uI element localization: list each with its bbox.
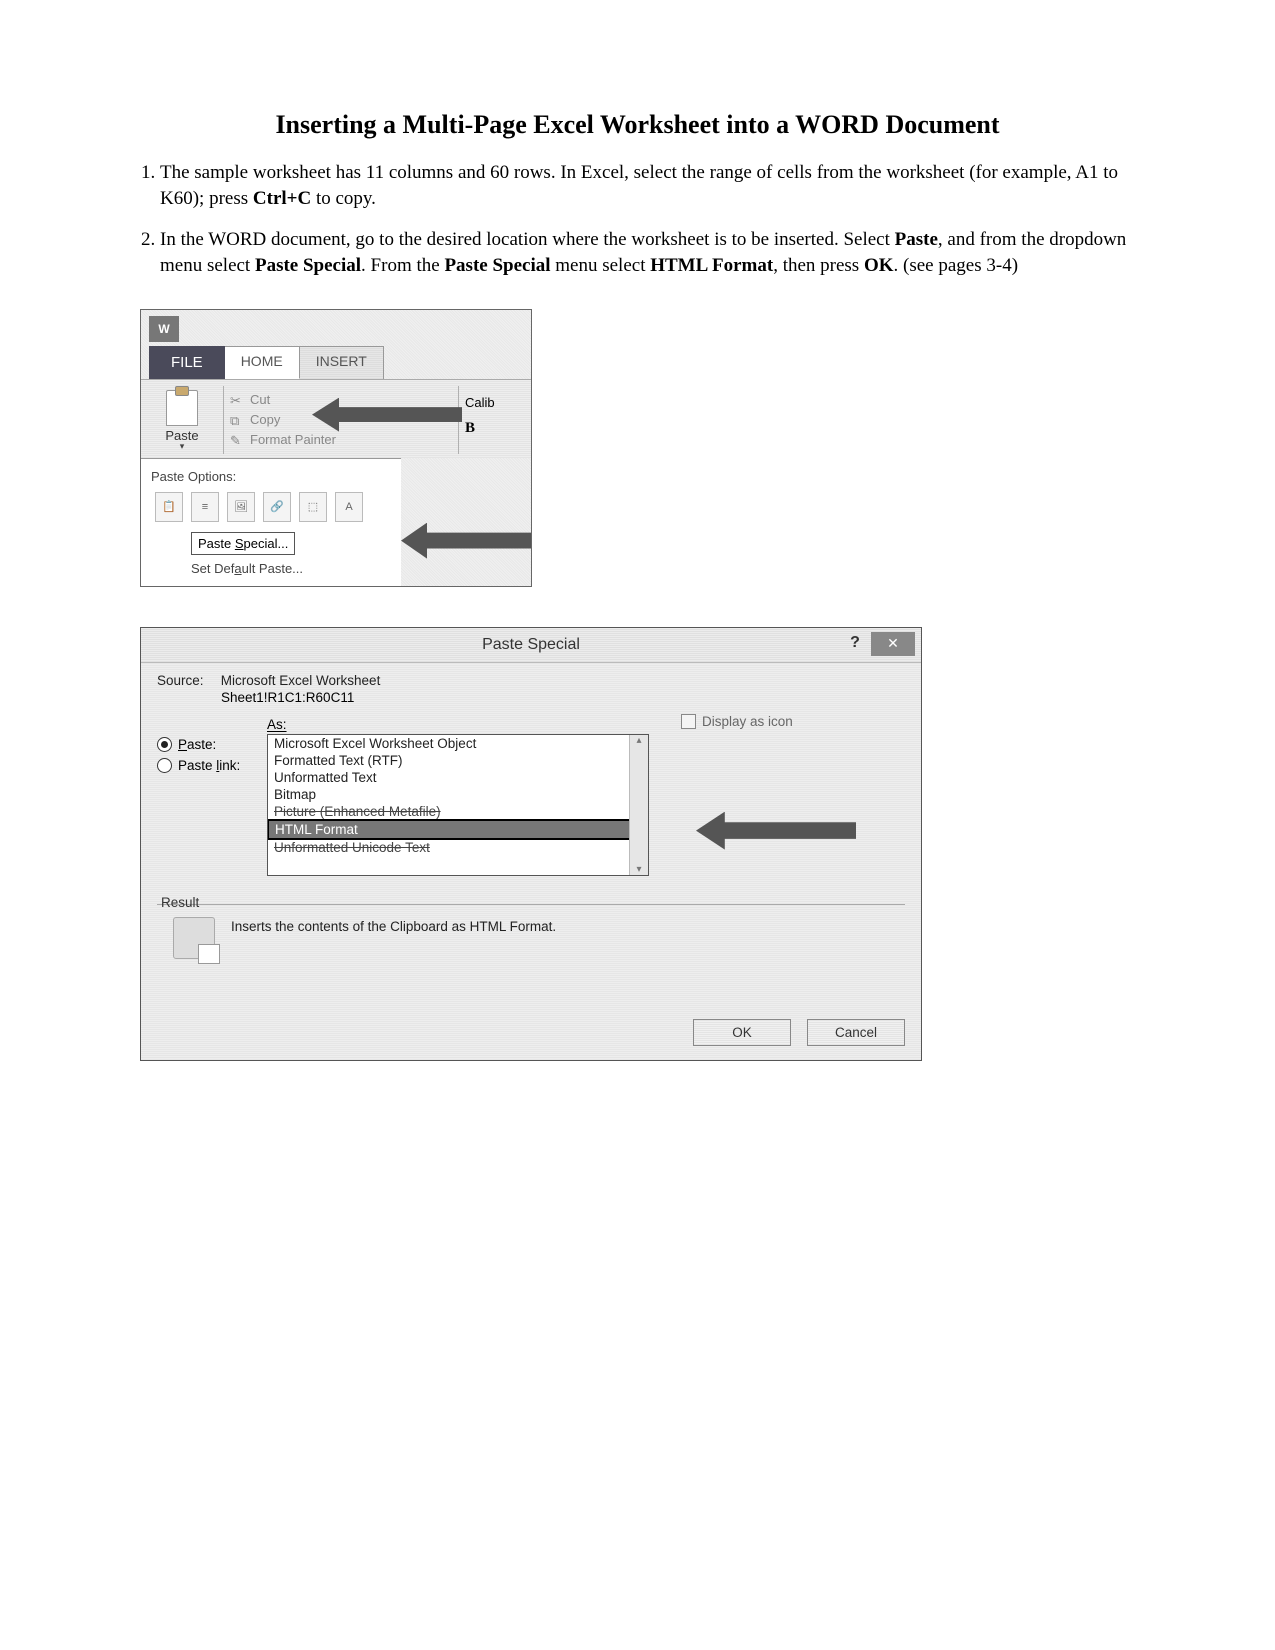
format-listbox[interactable]: Microsoft Excel Worksheet Object Formatt… <box>267 734 649 876</box>
source-sub: Sheet1!R1C1:R60C11 <box>221 690 905 705</box>
result-label: Result <box>157 895 203 910</box>
radio-paste-label: Paste: <box>178 737 216 752</box>
paste-option-embed-icon[interactable]: ⬚ <box>299 492 327 522</box>
set-default-paste-menu[interactable]: Set Default Paste... <box>191 561 401 576</box>
step-2-text-i: , then press <box>773 255 864 276</box>
scroll-up-icon[interactable]: ▴ <box>636 735 641 746</box>
step-2-text-k: . (see pages 3-4) <box>894 255 1019 276</box>
tab-insert[interactable]: INSERT <box>300 346 384 379</box>
step-2: In the WORD document, go to the desired … <box>160 227 1145 278</box>
source-value: Microsoft Excel Worksheet <box>221 673 381 688</box>
dialog-help-button[interactable]: ? <box>843 634 867 654</box>
cut-button[interactable]: ✂ Cut <box>230 390 452 410</box>
display-as-icon-label: Display as icon <box>702 714 793 729</box>
paste-option-text-icon[interactable]: A <box>335 492 363 522</box>
scissors-icon: ✂ <box>230 393 244 407</box>
paste-special-dialog: Paste Special ? ✕ Source: Microsoft Exce… <box>140 627 922 1061</box>
copy-label: Copy <box>250 412 280 427</box>
checkbox-icon <box>681 714 696 729</box>
clipboard-icon <box>166 390 198 426</box>
step-2-ok: OK <box>864 255 894 276</box>
paste-option-picture-icon[interactable]: 🖼 <box>227 492 255 522</box>
font-name-box[interactable]: Calib <box>465 390 525 416</box>
callout-arrow-paste-special <box>401 523 531 559</box>
format-bitmap[interactable]: Bitmap <box>268 786 648 803</box>
tab-home[interactable]: HOME <box>225 346 300 379</box>
paste-special-label: Paste Special... <box>198 536 288 551</box>
set-default-paste-label: Set Default Paste... <box>191 561 303 576</box>
result-frame: Result Inserts the contents of the Clipb… <box>157 904 905 1005</box>
scroll-down-icon[interactable]: ▾ <box>636 864 641 875</box>
step-1: The sample worksheet has 11 columns and … <box>160 160 1145 211</box>
cut-label: Cut <box>250 392 270 407</box>
paste-options-title: Paste Options: <box>141 465 401 486</box>
ok-button[interactable]: OK <box>693 1019 791 1046</box>
paste-dropdown-icon[interactable]: ▾ <box>180 441 185 452</box>
step-2-text-e: . From the <box>361 255 444 276</box>
display-as-icon-checkbox[interactable]: Display as icon <box>681 714 793 729</box>
format-painter-button[interactable]: ✎ Format Painter <box>230 430 452 450</box>
step-2-paste: Paste <box>895 229 938 250</box>
step-2-text-a: In the WORD document, go to the desired … <box>160 229 895 250</box>
paintbrush-icon: ✎ <box>230 433 244 447</box>
step-2-paste-special: Paste Special <box>255 255 361 276</box>
step-1-text-c: to copy. <box>311 188 376 209</box>
paste-options-popup: Paste Options: 📋 ≡ 🖼 🔗 ⬚ A Paste Special… <box>141 458 401 586</box>
radio-paste-link-label: Paste link: <box>178 758 240 773</box>
ribbon-screenshot: W FILE HOME INSERT Paste ▾ ✂ Cut ⧉ <box>140 309 532 587</box>
as-label: As: <box>267 717 905 732</box>
format-rtf[interactable]: Formatted Text (RTF) <box>268 752 648 769</box>
radio-paste-link-icon <box>157 758 172 773</box>
paste-option-merge-icon[interactable]: ≡ <box>191 492 219 522</box>
radio-paste-icon <box>157 737 172 752</box>
paste-option-link-icon[interactable]: 🔗 <box>263 492 291 522</box>
paste-option-keep-source-icon[interactable]: 📋 <box>155 492 183 522</box>
bold-button[interactable]: B <box>465 416 525 442</box>
step-1-shortcut: Ctrl+C <box>253 188 311 209</box>
format-html-selected[interactable]: HTML Format <box>267 819 649 840</box>
step-2-text-g: menu select <box>551 255 651 276</box>
dialog-close-button[interactable]: ✕ <box>871 632 915 656</box>
page-title: Inserting a Multi-Page Excel Worksheet i… <box>130 110 1145 140</box>
paste-special-menu[interactable]: Paste Special... <box>191 532 295 555</box>
paste-button[interactable]: Paste ▾ <box>147 390 217 452</box>
instruction-list: The sample worksheet has 11 columns and … <box>130 160 1145 279</box>
result-text: Inserts the contents of the Clipboard as… <box>231 917 556 934</box>
radio-paste-link[interactable]: Paste link: <box>157 758 267 773</box>
format-unicode-text[interactable]: Unformatted Unicode Text <box>268 839 648 856</box>
radio-paste[interactable]: Paste: <box>157 737 267 752</box>
source-row: Source: Microsoft Excel Worksheet <box>157 673 905 688</box>
step-2-html-format: HTML Format <box>650 255 773 276</box>
cancel-button[interactable]: Cancel <box>807 1019 905 1046</box>
source-label: Source: <box>157 673 217 688</box>
dialog-titlebar: Paste Special ? ✕ <box>141 628 921 663</box>
step-2-paste-special-2: Paste Special <box>444 255 550 276</box>
format-painter-label: Format Painter <box>250 432 336 447</box>
listbox-scrollbar[interactable]: ▴ ▾ <box>629 735 648 875</box>
word-app-icon: W <box>149 316 179 342</box>
copy-icon: ⧉ <box>230 413 244 427</box>
format-unformatted-text[interactable]: Unformatted Text <box>268 769 648 786</box>
ribbon-tabs: FILE HOME INSERT <box>141 346 531 379</box>
tab-file[interactable]: FILE <box>149 346 225 379</box>
format-excel-object[interactable]: Microsoft Excel Worksheet Object <box>268 735 648 752</box>
format-enhanced-metafile[interactable]: Picture (Enhanced Metafile) <box>268 803 648 820</box>
result-clipboard-icon <box>173 917 215 959</box>
dialog-title-text: Paste Special <box>482 636 580 654</box>
